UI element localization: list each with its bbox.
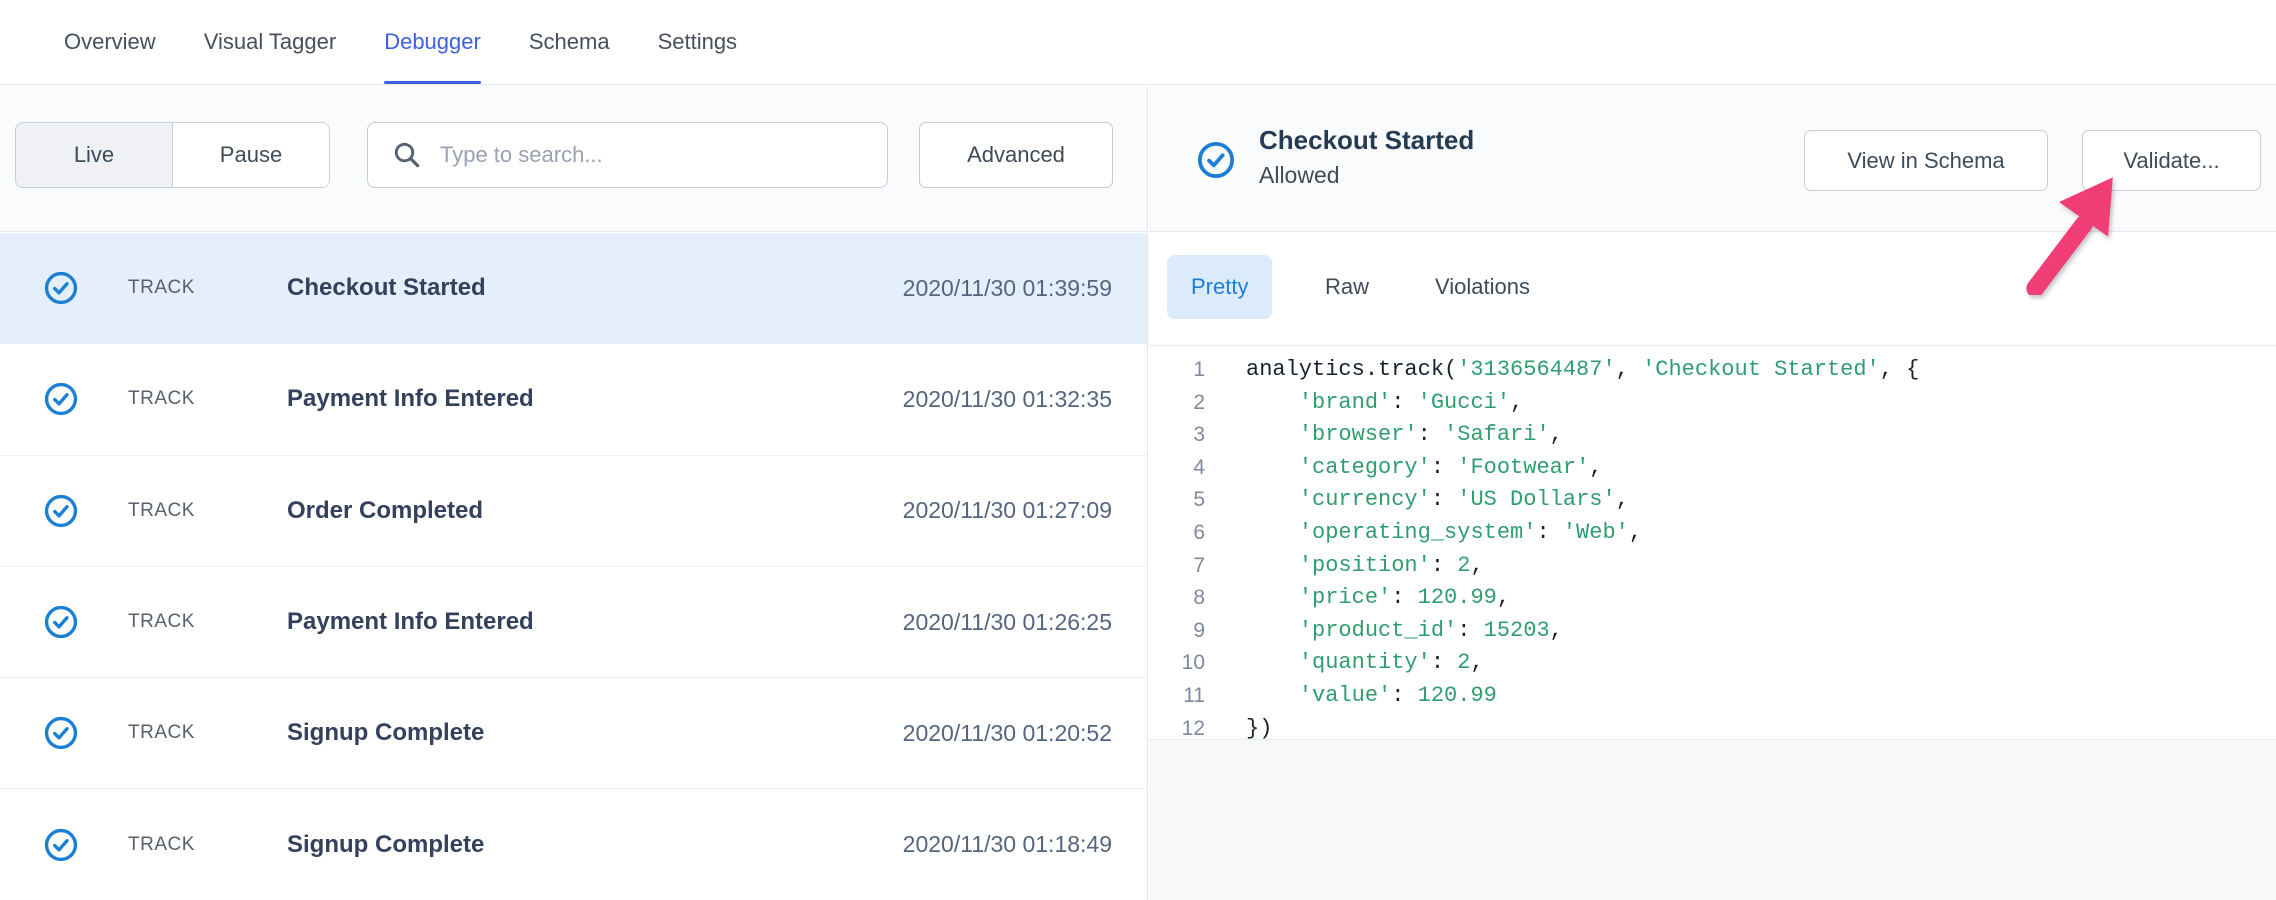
track-check-icon	[44, 271, 78, 305]
code-text: analytics.track('3136564487', 'Checkout …	[1246, 354, 1919, 387]
code-line: 3 'browser': 'Safari',	[1149, 419, 2276, 452]
event-row[interactable]: TRACK Checkout Started 2020/11/30 01:39:59	[0, 233, 1147, 344]
line-number: 7	[1149, 550, 1205, 583]
event-list-panel: Live Pause Advanced TRACK Checkout Starte…	[0, 86, 1148, 900]
code-text: 'category': 'Footwear',	[1246, 452, 1602, 485]
code-line: 1 analytics.track('3136564487', 'Checkout…	[1149, 354, 2276, 387]
line-number: 5	[1149, 484, 1205, 517]
event-row[interactable]: TRACK Order Completed 2020/11/30 01:27:09	[0, 456, 1147, 567]
nav-tab-settings[interactable]: Settings	[658, 0, 738, 84]
event-row[interactable]: TRACK Signup Complete 2020/11/30 01:18:49	[0, 789, 1147, 900]
line-number: 1	[1149, 354, 1205, 387]
code-text: 'brand': 'Gucci',	[1246, 387, 1523, 420]
code-line: 10 'quantity': 2,	[1149, 647, 2276, 680]
advanced-button[interactable]: Advanced	[919, 122, 1113, 188]
code-text: 'operating_system': 'Web',	[1246, 517, 1642, 550]
event-status: Allowed	[1259, 158, 1474, 192]
event-timestamp: 2020/11/30 01:20:52	[903, 720, 1112, 747]
view-in-schema-button[interactable]: View in Schema	[1804, 130, 2048, 191]
event-name: Order Completed	[287, 497, 483, 525]
code-footer-area	[1149, 739, 2276, 900]
event-type-label: TRACK	[128, 611, 195, 633]
line-number: 3	[1149, 419, 1205, 452]
event-timestamp: 2020/11/30 01:39:59	[903, 275, 1112, 302]
event-detail-panel: Checkout Started Allowed View in Schema …	[1149, 86, 2276, 900]
list-toolbar: Live Pause Advanced	[0, 86, 1147, 232]
code-text: 'product_id': 15203,	[1246, 615, 1563, 648]
track-check-icon	[44, 494, 78, 528]
code-line: 8 'price': 120.99,	[1149, 582, 2276, 615]
detail-titles: Checkout Started Allowed	[1259, 122, 1474, 192]
code-text: 'currency': 'US Dollars',	[1246, 484, 1629, 517]
code-line: 7 'position': 2,	[1149, 550, 2276, 583]
line-number: 8	[1149, 582, 1205, 615]
event-list: TRACK Checkout Started 2020/11/30 01:39:59…	[0, 233, 1147, 900]
pause-button[interactable]: Pause	[172, 123, 329, 187]
code-viewer: 1 analytics.track('3136564487', 'Checkout…	[1149, 347, 2276, 739]
event-timestamp: 2020/11/30 01:18:49	[903, 831, 1112, 858]
nav-tab-debugger[interactable]: Debugger	[384, 0, 481, 84]
event-type-label: TRACK	[128, 388, 195, 410]
code-line: 2 'brand': 'Gucci',	[1149, 387, 2276, 420]
event-type-label: TRACK	[128, 500, 195, 522]
code-line: 6 'operating_system': 'Web',	[1149, 517, 2276, 550]
nav-tab-schema[interactable]: Schema	[529, 0, 610, 84]
event-timestamp: 2020/11/30 01:27:09	[903, 497, 1112, 524]
event-type-label: TRACK	[128, 834, 195, 856]
track-check-icon	[44, 716, 78, 750]
code-line: 5 'currency': 'US Dollars',	[1149, 484, 2276, 517]
event-name: Checkout Started	[287, 274, 486, 302]
line-number: 2	[1149, 387, 1205, 420]
tab-pretty[interactable]: Pretty	[1167, 255, 1272, 319]
event-name: Payment Info Entered	[287, 608, 534, 636]
nav-tab-visual-tagger[interactable]: Visual Tagger	[204, 0, 337, 84]
event-timestamp: 2020/11/30 01:32:35	[903, 386, 1112, 413]
event-timestamp: 2020/11/30 01:26:25	[903, 609, 1112, 636]
code-text: 'browser': 'Safari',	[1246, 419, 1563, 452]
code-text: 'quantity': 2,	[1246, 647, 1484, 680]
code-line: 4 'category': 'Footwear',	[1149, 452, 2276, 485]
live-button[interactable]: Live	[16, 123, 172, 187]
track-check-icon	[44, 605, 78, 639]
tab-violations[interactable]: Violations	[1411, 255, 1554, 319]
event-name: Signup Complete	[287, 831, 484, 859]
detail-header: Checkout Started Allowed View in Schema …	[1149, 86, 2276, 232]
allowed-check-icon	[1197, 141, 1235, 179]
event-type-label: TRACK	[128, 722, 195, 744]
code-line: 11 'value': 120.99	[1149, 680, 2276, 713]
code-line: 9 'product_id': 15203,	[1149, 615, 2276, 648]
line-number: 6	[1149, 517, 1205, 550]
line-number: 9	[1149, 615, 1205, 648]
validate-button[interactable]: Validate...	[2082, 130, 2261, 191]
nav-tab-overview[interactable]: Overview	[64, 0, 156, 84]
search-input[interactable]	[440, 142, 869, 168]
search-box[interactable]	[367, 122, 888, 188]
line-number: 10	[1149, 647, 1205, 680]
line-number: 4	[1149, 452, 1205, 485]
event-type-label: TRACK	[128, 277, 195, 299]
event-row[interactable]: TRACK Signup Complete 2020/11/30 01:20:52	[0, 678, 1147, 789]
code-text: 'position': 2,	[1246, 550, 1484, 583]
tab-raw[interactable]: Raw	[1301, 255, 1393, 319]
live-pause-toggle: Live Pause	[15, 122, 330, 188]
code-text: 'price': 120.99,	[1246, 582, 1510, 615]
track-check-icon	[44, 382, 78, 416]
event-row[interactable]: TRACK Payment Info Entered 2020/11/30 01:2…	[0, 567, 1147, 678]
search-icon	[392, 140, 422, 170]
line-number: 11	[1149, 680, 1205, 713]
event-name: Signup Complete	[287, 719, 484, 747]
event-name: Payment Info Entered	[287, 385, 534, 413]
track-check-icon	[44, 828, 78, 862]
event-row[interactable]: TRACK Payment Info Entered 2020/11/30 01:3…	[0, 344, 1147, 455]
detail-tabs: Pretty Raw Violations	[1149, 233, 2276, 346]
code-text: 'value': 120.99	[1246, 680, 1497, 713]
event-title: Checkout Started	[1259, 122, 1474, 158]
top-navigation: Overview Visual Tagger Debugger Schema Setti…	[0, 0, 2276, 85]
